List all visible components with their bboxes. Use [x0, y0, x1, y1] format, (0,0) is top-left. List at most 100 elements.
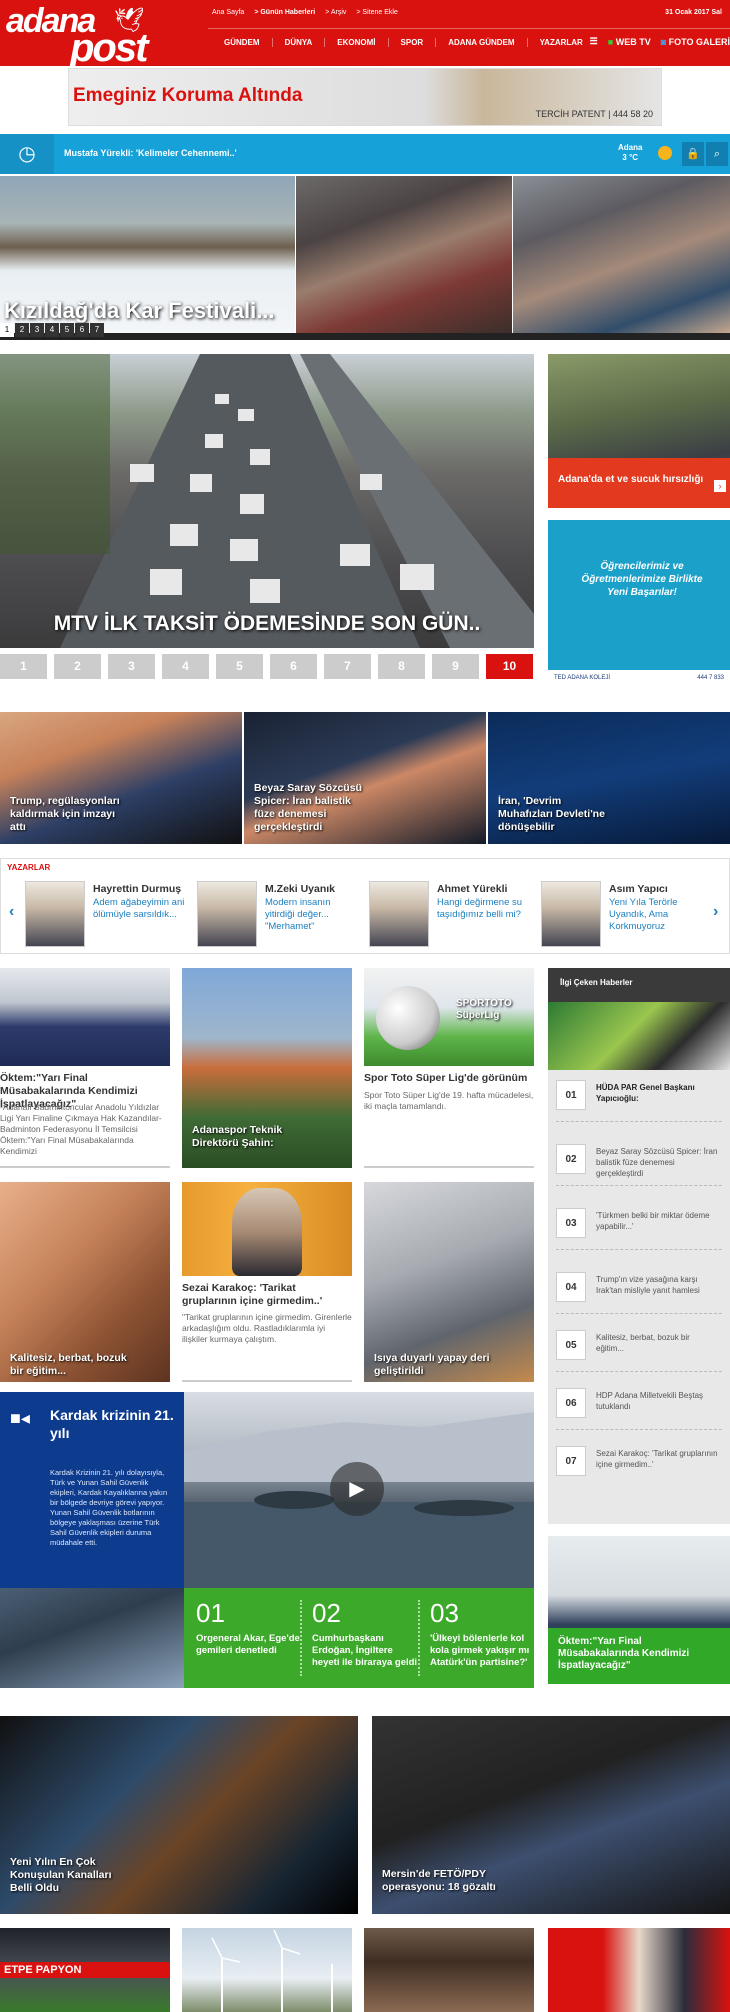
news-card-large[interactable]: Mersin'de FETÖ/PDY operasyonu: 18 gözalt… — [372, 1716, 730, 1914]
web-tv-link[interactable]: ■ WEB TV — [608, 37, 651, 47]
pager-item[interactable]: 10 — [486, 654, 533, 679]
pager-item[interactable]: 9 — [432, 654, 479, 679]
news-card[interactable]: Adanaspor Teknik Direktörü Şahin: — [182, 968, 352, 1168]
news-caption: Isıya duyarlı yapay deri geliştirildi — [374, 1352, 490, 1377]
columnist[interactable]: Asım Yapıcı Yeni Yıla Terörle Uyandık, A… — [541, 881, 701, 949]
side-ad-footer: TED ADANA KOLEJİ 444 7 833 — [548, 670, 730, 688]
lock-icon[interactable]: 🔒 — [682, 142, 704, 166]
news-card[interactable]: Kalitesiz, berbat, bozuk bir eğitim... — [0, 1182, 170, 1382]
news-card[interactable]: Trump, regülasyonları kaldırmak için imz… — [0, 712, 242, 844]
video-play-icon[interactable]: ▶ — [330, 1462, 384, 1516]
news-card[interactable]: SPORTOTO SüperLig Spor Toto Süper Lig'de … — [364, 968, 534, 1168]
slide-caption[interactable]: Kızıldağ'da Kar Festivali... — [4, 298, 275, 324]
related-item[interactable]: 01 Orgeneral Akar, Ege'de gemileri denet… — [196, 1598, 306, 1657]
slide-num[interactable]: 7 — [90, 323, 104, 337]
columnist[interactable]: Hayrettin Durmuş Adem ağabeyimin ani ölü… — [25, 881, 185, 949]
news-title: Sezai Karakoç: 'Tarikat gruplarının için… — [182, 1282, 323, 1307]
pager-item[interactable]: 3 — [108, 654, 155, 679]
clock-icon: ◷ — [0, 134, 54, 174]
news-card[interactable] — [548, 1928, 730, 2012]
pager-item[interactable]: 8 — [378, 654, 425, 679]
slide-num[interactable]: 2 — [15, 323, 29, 337]
camera-icon: ◙ — [660, 36, 667, 47]
columnist[interactable]: M.Zeki Uyanık Modern insanın yitirdiği d… — [197, 881, 357, 949]
popular-item[interactable]: 05 Kalitesiz, berbat, bozuk bir eğitim..… — [556, 1330, 722, 1372]
news-card[interactable]: Sezai Karakoç: 'Tarikat gruplarının için… — [182, 1182, 352, 1382]
slide-num[interactable]: 6 — [75, 323, 89, 337]
chevron-left-icon[interactable]: ‹ — [9, 903, 14, 921]
popular-item[interactable]: 07 Sezai Karakoç: 'Tarikat gruplarının i… — [556, 1446, 722, 1488]
popular-item[interactable]: 04 Trump'ın vize yasağına karşı Irak'tan… — [556, 1272, 722, 1314]
nav-yazarlar[interactable]: YAZARLAR — [528, 38, 595, 47]
nav-dunya[interactable]: DÜNYA — [273, 38, 326, 47]
news-card[interactable]: Isıya duyarlı yapay deri geliştirildi — [364, 1182, 534, 1382]
popular-item-title: Sezai Karakoç: 'Tarikat gruplarının için… — [596, 1449, 718, 1469]
toplink-add-site[interactable]: > Sitene Ekle — [356, 9, 397, 16]
news-card[interactable]: Öktem:"Yarı Final Müsabakalarında Kendim… — [0, 968, 170, 1168]
side-news-1[interactable]: Adana'da et ve sucuk hırsızlığı › — [548, 354, 730, 508]
news-card[interactable]: Beyaz Saray Sözcüsü Spicer: İran balisti… — [244, 712, 486, 844]
pager-item[interactable]: 2 — [54, 654, 101, 679]
side-ad-text: Öğrencilerimiz ve Öğretmenlerimize Birli… — [581, 561, 703, 598]
news-card[interactable]: ETPE PAPYON — [0, 1928, 170, 2012]
slide-num[interactable]: 4 — [45, 323, 59, 337]
related-item[interactable]: 03 'Ülkeyi bölenlerle kol kola girmek ya… — [430, 1598, 530, 1669]
news-card[interactable] — [364, 1928, 534, 2012]
search-icon[interactable]: ⌕ — [706, 142, 728, 166]
pager-item[interactable]: 1 — [0, 654, 47, 679]
site-logo[interactable]: adana 🕊 post — [6, 2, 206, 70]
news-card[interactable]: İran, 'Devrim Muhafızları Devleti'ne dön… — [488, 712, 730, 844]
related-item[interactable]: 02 Cumhurbaşkanı Erdoğan, İngiltere heye… — [312, 1598, 422, 1669]
headline-caption[interactable]: MTV İLK TAKSİT ÖDEMESİNDE SON GÜN.. — [0, 612, 534, 636]
popular-item[interactable]: 03 'Türkmen belki bir miktar ödeme yapab… — [556, 1208, 722, 1250]
ad-banner[interactable]: Emeginiz Koruma Altında TERCİH PATENT | … — [68, 68, 662, 126]
news-card[interactable] — [182, 1928, 352, 2012]
popular-item[interactable]: 06 HDP Adana Milletvekili Beştaş tutukla… — [556, 1388, 722, 1430]
columnists-box: YAZARLAR ‹ Hayrettin Durmuş Adem ağabeyi… — [0, 858, 730, 954]
pager-item[interactable]: 7 — [324, 654, 371, 679]
toplink-home[interactable]: Ana Sayfa — [212, 9, 244, 16]
divider — [556, 1249, 722, 1250]
pager-item[interactable]: 5 — [216, 654, 263, 679]
headline-image[interactable] — [0, 354, 534, 648]
popular-item-title: HDP Adana Milletvekili Beştaş tutuklandı — [596, 1391, 704, 1411]
divider — [556, 1121, 722, 1122]
header-date: 31 Ocak 2017 Sal — [665, 9, 722, 16]
video-camera-icon: ■◂ — [10, 1408, 30, 1428]
video-related-list: 01 Orgeneral Akar, Ege'de gemileri denet… — [184, 1588, 534, 1688]
menu-icon[interactable]: ☰ — [590, 36, 598, 47]
toplink-archive[interactable]: > Arşiv — [325, 9, 346, 16]
nav-ekonomi[interactable]: EKONOMİ — [325, 38, 389, 47]
photo-gallery-link[interactable]: ◙ FOTO GALERİ — [661, 37, 730, 47]
popular-item-number: 02 — [556, 1144, 586, 1174]
video-feature-image-2[interactable] — [0, 1588, 184, 1688]
news-card-large[interactable]: Yeni Yılın En Çok Konuşulan Kanalları Be… — [0, 1716, 358, 1914]
columnist[interactable]: Ahmet Yürekli Hangi değirmene su taşıdığ… — [369, 881, 529, 949]
popular-item[interactable]: 01 HÜDA PAR Genel Başkanı Yapıcıoğlu: — [556, 1080, 722, 1122]
toplink-today[interactable]: > Günün Haberleri — [254, 9, 315, 16]
pager-item[interactable]: 6 — [270, 654, 317, 679]
nav-gundem[interactable]: GÜNDEM — [212, 38, 273, 47]
tv-icon: ■ — [607, 36, 614, 47]
slide-num[interactable]: 3 — [30, 323, 44, 337]
popular-image[interactable] — [548, 1002, 730, 1070]
slide-num[interactable]: 5 — [60, 323, 74, 337]
slide-num[interactable]: 1 — [0, 323, 14, 337]
nav-spor[interactable]: SPOR — [389, 38, 437, 47]
side-news-2[interactable]: Öktem:"Yarı Final Müsabakalarında Kendim… — [548, 1536, 730, 1684]
popular-item[interactable]: 02 Beyaz Saray Sözcüsü Spicer: İran bali… — [556, 1144, 722, 1186]
pager-item[interactable]: 4 — [162, 654, 209, 679]
nav-adana-gundem[interactable]: ADANA GÜNDEM — [436, 38, 528, 47]
news-caption: Yeni Yılın En Çok Konuşulan Kanalları Be… — [10, 1856, 112, 1894]
news-title: Spor Toto Süper Lig'de görünüm — [364, 1072, 528, 1084]
ad-brand: TERCİH PATENT | 444 58 20 — [535, 109, 653, 119]
ticker-text[interactable]: Mustafa Yürekli: 'Kelimeler Cehennemi..' — [64, 148, 237, 158]
chevron-right-icon[interactable]: › — [714, 480, 726, 492]
chevron-right-icon[interactable]: › — [713, 903, 718, 921]
video-feature-info[interactable]: ■◂ Kardak krizinin 21. yılı Kardak Krizi… — [0, 1392, 184, 1588]
side-ad[interactable]: Öğrencilerimiz ve Öğretmenlerimize Birli… — [548, 520, 730, 688]
related-item-title: Cumhurbaşkanı Erdoğan, İngiltere heyeti … — [312, 1633, 418, 1668]
popular-item-number: 05 — [556, 1330, 586, 1360]
wind-turbines-illustration — [211, 1929, 333, 2012]
traffic-illustration — [0, 354, 534, 648]
